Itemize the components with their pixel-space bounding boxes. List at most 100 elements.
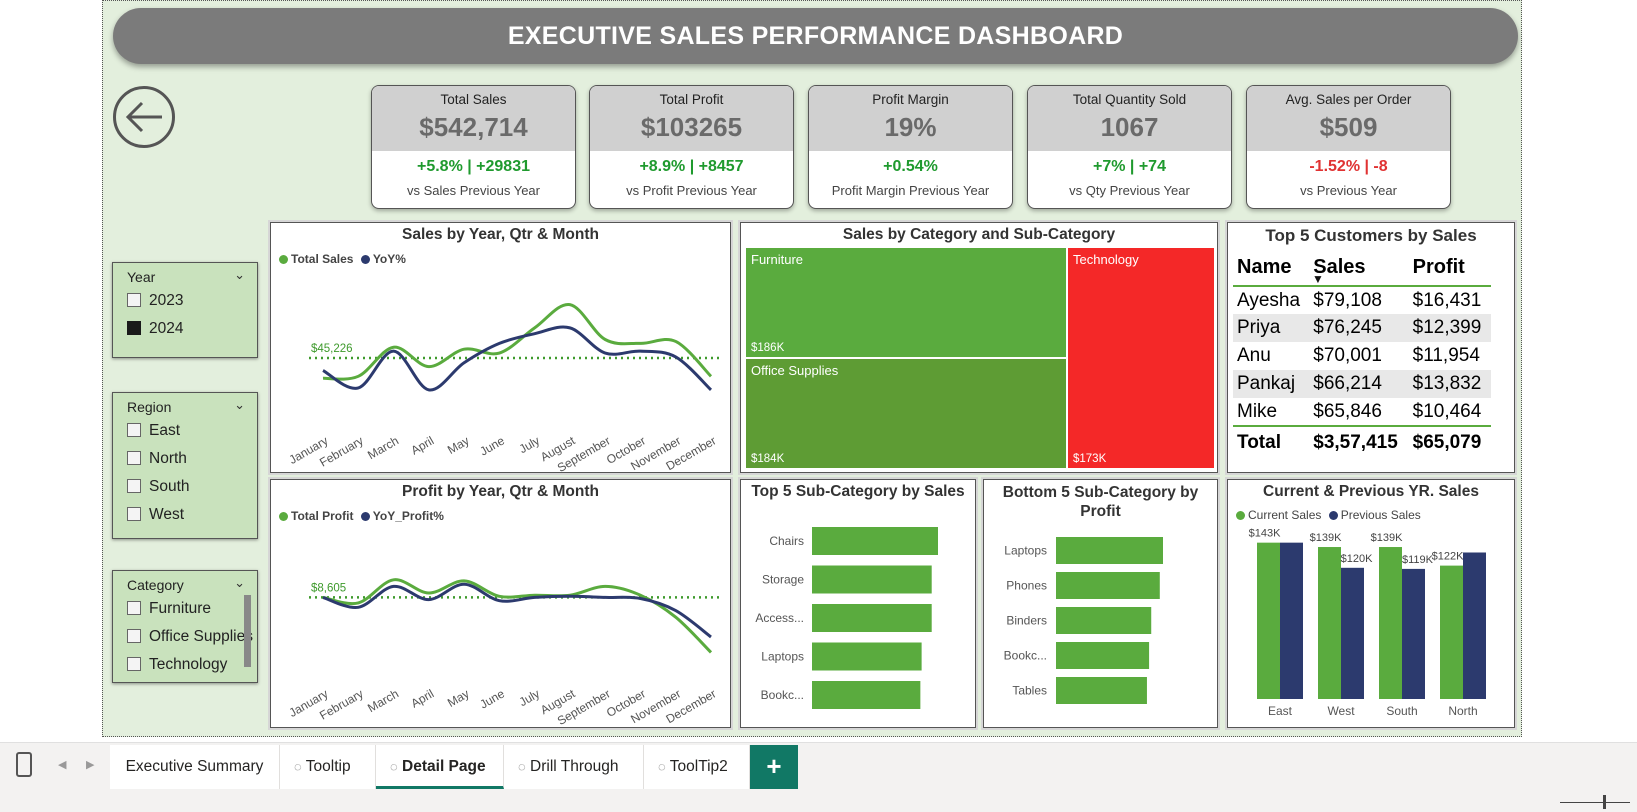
tab-detail-page[interactable]: ◌ Detail Page xyxy=(376,745,504,789)
back-button[interactable] xyxy=(113,86,175,148)
bar[interactable] xyxy=(812,565,932,594)
x-tick-label: March xyxy=(365,686,401,715)
bar[interactable] xyxy=(1056,537,1163,564)
top-subcategory-bar-chart[interactable]: Chairs Storage Access... Laptops Bookc... xyxy=(741,510,977,728)
series-line-yoy[interactable] xyxy=(322,582,712,639)
checkbox[interactable] xyxy=(127,479,141,493)
series-line-current[interactable] xyxy=(322,303,713,381)
kpi-card[interactable]: Total Quantity Sold 1067 +7% | +74 vs Qty P… xyxy=(1027,85,1232,209)
zoom-slider-handle[interactable] xyxy=(1603,795,1606,809)
slicer-option-label: South xyxy=(149,478,190,495)
data-label: $139K xyxy=(1371,532,1403,544)
tab-executive-summary[interactable]: Executive Summary xyxy=(110,745,280,789)
sales-line-chart-panel: Sales by Year, Qtr & Month Total Sales Y… xyxy=(270,222,731,473)
bar[interactable] xyxy=(1379,547,1402,699)
bar[interactable] xyxy=(812,681,921,709)
tab-tooltip2[interactable]: ◌ ToolTip2 xyxy=(644,745,750,789)
bar[interactable] xyxy=(1056,572,1160,599)
slicer-option[interactable]: 2023 xyxy=(113,287,257,315)
bar[interactable] xyxy=(1402,568,1425,699)
table-row[interactable]: Priya $76,245 $12,399 xyxy=(1233,314,1491,342)
profit-chart-title: Profit by Year, Qtr & Month xyxy=(402,483,599,500)
tab-scroll-left-icon[interactable]: ◀ xyxy=(58,758,66,771)
table-cell: $11,954 xyxy=(1412,345,1480,366)
kpi-header: Total Sales $542,714 xyxy=(372,86,575,151)
checkbox[interactable] xyxy=(127,507,141,521)
table-cell: $16,431 xyxy=(1412,289,1482,311)
slicer-option[interactable]: 2024 xyxy=(113,315,257,343)
bar[interactable] xyxy=(1056,642,1150,669)
profit-line-chart[interactable]: $8,605JanuaryFebruary March April May June Ju… xyxy=(271,520,732,728)
x-tick-label: April xyxy=(409,433,437,457)
treemap-tile[interactable]: Furniture $186K xyxy=(746,248,1066,357)
slicer-option[interactable]: South xyxy=(113,473,257,501)
bar[interactable] xyxy=(1463,552,1486,699)
treemap-tile[interactable]: Office Supplies $184K xyxy=(746,359,1066,468)
tab-label: Detail Page xyxy=(402,758,486,775)
kpi-card[interactable]: Total Sales $542,714 +5.8% | +29831 vs Sale… xyxy=(371,85,576,209)
kpi-label: Avg. Sales per Order xyxy=(1285,92,1412,107)
bar[interactable] xyxy=(812,604,932,632)
category-slicer-title: Category xyxy=(127,577,184,593)
col-profit-header[interactable]: Profit xyxy=(1409,250,1491,286)
sales-line-chart[interactable]: $45,226JanuaryFebruary March April May June J… xyxy=(271,263,732,473)
zoom-slider[interactable] xyxy=(1560,802,1630,803)
category-slicer: Category ⌄ Furniture Office Supplies Techno… xyxy=(112,570,258,683)
bar[interactable] xyxy=(1056,677,1147,704)
chevron-down-icon[interactable]: ⌄ xyxy=(234,267,245,283)
slicer-option[interactable]: Office Supplies xyxy=(113,623,257,651)
col-name-header[interactable]: Name xyxy=(1233,250,1309,286)
table-row[interactable]: Anu $70,001 $11,954 xyxy=(1233,342,1491,370)
tab-tooltip[interactable]: ◌ Tooltip xyxy=(280,745,376,789)
page-title: EXECUTIVE SALES PERFORMANCE DASHBOARD xyxy=(113,8,1518,64)
kpi-card[interactable]: Total Profit $103265 +8.9% | +8457 vs Profi… xyxy=(589,85,794,209)
chevron-down-icon[interactable]: ⌄ xyxy=(234,397,245,413)
bar[interactable] xyxy=(1257,542,1280,699)
checkbox[interactable] xyxy=(127,657,141,671)
col-sales-header[interactable]: Sales xyxy=(1309,250,1408,286)
mobile-layout-icon[interactable] xyxy=(16,752,32,777)
slicer-option[interactable]: Technology xyxy=(113,651,257,679)
tab-scroll-right-icon[interactable]: ▶ xyxy=(86,758,94,771)
slicer-scrollbar[interactable] xyxy=(244,595,251,667)
tab-label: ToolTip2 xyxy=(669,758,728,775)
checkbox[interactable] xyxy=(127,293,141,307)
checkbox[interactable] xyxy=(127,423,141,437)
bar[interactable] xyxy=(1440,565,1463,699)
slicer-option[interactable]: North xyxy=(113,445,257,473)
checkbox[interactable] xyxy=(127,629,141,643)
checkbox[interactable] xyxy=(127,321,141,335)
bar[interactable] xyxy=(1280,542,1303,699)
category-treemap[interactable]: Furniture $186K Office Supplies $184K Techno… xyxy=(746,248,1214,468)
slicer-option[interactable]: East xyxy=(113,417,257,445)
data-label: $139K xyxy=(1310,532,1342,544)
checkbox[interactable] xyxy=(127,601,141,615)
bar[interactable] xyxy=(1318,547,1341,699)
y-tick-label: Laptops xyxy=(1004,544,1047,558)
table-row[interactable]: Mike $65,846 $10,464 xyxy=(1233,398,1491,426)
bar[interactable] xyxy=(1341,567,1364,699)
kpi-header: Total Profit $103265 xyxy=(590,86,793,151)
y-tick-label: Storage xyxy=(762,573,804,587)
bar[interactable] xyxy=(812,527,938,555)
region-sales-bar-chart[interactable]: $143K East $139K $120K West $139K $119K South $1… xyxy=(1228,520,1516,728)
treemap-tile[interactable]: Technology $173K xyxy=(1068,248,1214,468)
bar[interactable] xyxy=(1056,607,1152,634)
bar[interactable] xyxy=(812,642,922,671)
series-line-current[interactable] xyxy=(322,578,713,654)
tab-drill-through[interactable]: ◌ Drill Through xyxy=(504,745,644,789)
kpi-card[interactable]: Avg. Sales per Order $509 -1.52% | -8 vs Pr… xyxy=(1246,85,1451,209)
slicer-option[interactable]: West xyxy=(113,501,257,529)
table-cell: $66,214 xyxy=(1309,370,1409,398)
add-page-button[interactable]: + xyxy=(750,745,798,789)
x-tick-label: North xyxy=(1448,704,1477,718)
table-row[interactable]: Ayesha $79,108 $16,431 xyxy=(1233,286,1491,314)
slicer-option[interactable]: Furniture xyxy=(113,595,257,623)
checkbox[interactable] xyxy=(127,451,141,465)
bottom-subcategory-bar-chart[interactable]: Laptops Phones Binders Bookc... Tables xyxy=(984,525,1219,728)
chevron-down-icon[interactable]: ⌄ xyxy=(234,575,245,591)
table-row[interactable]: Pankaj $66,214 $13,832 xyxy=(1233,370,1491,398)
kpi-card[interactable]: Profit Margin 19% +0.54% Profit Margin Prev… xyxy=(808,85,1013,209)
sort-descending-icon[interactable]: ▼ xyxy=(1312,272,1324,286)
data-label: $143K xyxy=(1249,528,1281,540)
